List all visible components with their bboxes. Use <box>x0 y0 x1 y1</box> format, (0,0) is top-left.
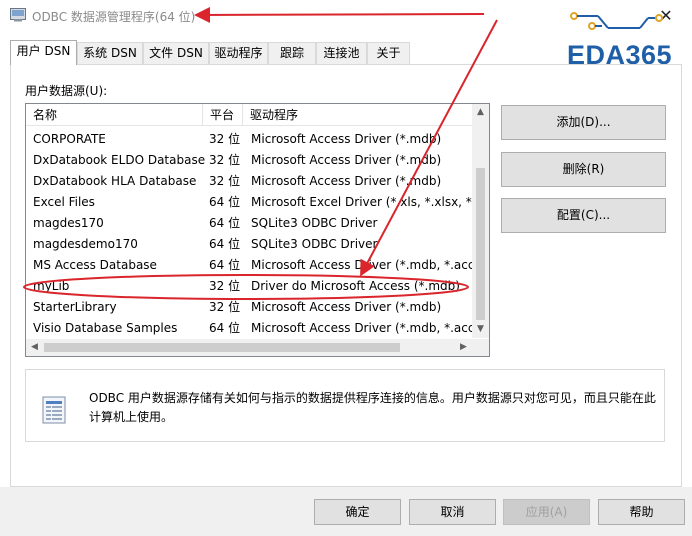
row-name: StarterLibrary <box>33 300 117 314</box>
horizontal-scrollbar[interactable]: ◀ ▶ <box>26 339 472 356</box>
row-name: DxDatabook HLA Database <box>33 174 197 188</box>
row-driver: Microsoft Access Driver (*.mdb) <box>251 300 442 314</box>
scroll-down-icon[interactable]: ▼ <box>472 321 489 338</box>
cancel-button[interactable]: 取消 <box>409 499 496 525</box>
row-driver: Microsoft Excel Driver (*.xls, *.xlsx, *… <box>251 195 473 209</box>
tab-system-dsn[interactable]: 系统 DSN <box>77 42 143 64</box>
scroll-corner <box>472 339 489 356</box>
column-header: 名称 平台 驱动程序 <box>26 104 472 126</box>
tab-about[interactable]: 关于 <box>367 42 410 64</box>
remove-button[interactable]: 删除(R) <box>501 152 666 187</box>
row-platform: 32 位 <box>209 279 241 293</box>
tab-drivers[interactable]: 驱动程序 <box>209 42 268 64</box>
apply-button[interactable]: 应用(A) <box>503 499 590 525</box>
row-platform: 32 位 <box>209 132 241 146</box>
horizontal-scroll-thumb[interactable] <box>44 343 400 352</box>
scroll-up-icon[interactable]: ▲ <box>472 104 489 121</box>
column-platform[interactable]: 平台 <box>203 104 243 126</box>
row-driver: SQLite3 ODBC Driver <box>251 216 378 230</box>
rows: CORPORATE 32 位 Microsoft Access Driver (*.… <box>26 129 473 339</box>
table-row[interactable]: StarterLibrary 32 位 Microsoft Access Drive… <box>26 297 472 318</box>
scroll-left-icon[interactable]: ◀ <box>26 339 43 356</box>
row-name: magdesdemo170 <box>33 237 138 251</box>
info-box: ODBC 用户数据源存储有关如何与指示的数据提供程序连接的信息。用户数据源只对您… <box>25 369 665 442</box>
row-driver: Driver do Microsoft Access (*.mdb) <box>251 279 460 293</box>
row-name: myLib <box>33 279 70 293</box>
info-description: ODBC 用户数据源存储有关如何与指示的数据提供程序连接的信息。用户数据源只对您… <box>89 391 656 424</box>
row-driver: Microsoft Access Driver (*.mdb, *.acco <box>251 321 473 335</box>
row-driver: Microsoft Access Driver (*.mdb) <box>251 174 442 188</box>
table-row[interactable]: magdes170 64 位 SQLite3 ODBC Driver <box>26 213 472 234</box>
row-name: MS Access Database <box>33 258 157 272</box>
row-platform: 64 位 <box>209 258 241 272</box>
data-source-icon <box>42 396 66 424</box>
column-driver[interactable]: 驱动程序 <box>243 104 472 126</box>
table-row[interactable]: Excel Files 64 位 Microsoft Excel Driver (*… <box>26 192 473 213</box>
row-name: CORPORATE <box>33 132 106 146</box>
row-platform: 64 位 <box>209 237 241 251</box>
row-driver: Microsoft Access Driver (*.mdb) <box>251 132 442 146</box>
tab-connection-pooling[interactable]: 连接池 <box>316 42 367 64</box>
eda365-logo: EDA365 <box>562 8 684 72</box>
ok-button[interactable]: 确定 <box>314 499 401 525</box>
row-platform: 64 位 <box>209 321 241 335</box>
row-driver: Microsoft Access Driver (*.mdb) <box>251 153 442 167</box>
user-dsn-list[interactable]: 名称 平台 驱动程序 CORPORATE 32 位 Microsoft Access… <box>25 103 490 357</box>
table-row[interactable]: magdesdemo170 64 位 SQLite3 ODBC Driver <box>26 234 472 255</box>
row-name: magdes170 <box>33 216 104 230</box>
table-row[interactable]: DxDatabook HLA Database 32 位 Microsoft Acc… <box>26 171 472 192</box>
tab-strip: 用户 DSN 系统 DSN 文件 DSN 驱动程序 跟踪 连接池 关于 <box>10 40 420 65</box>
circuit-trace-icon <box>570 12 663 30</box>
tab-file-dsn[interactable]: 文件 DSN <box>143 42 209 64</box>
table-row[interactable]: Visio Database Samples 64 位 Microsoft Acce… <box>26 318 473 339</box>
row-platform: 32 位 <box>209 300 241 314</box>
row-name: Visio Database Samples <box>33 321 178 335</box>
row-platform: 32 位 <box>209 153 241 167</box>
table-row[interactable]: CORPORATE 32 位 Microsoft Access Driver (*.… <box>26 129 472 150</box>
tab-tracing[interactable]: 跟踪 <box>268 42 316 64</box>
scroll-right-icon[interactable]: ▶ <box>455 339 472 356</box>
row-platform: 64 位 <box>209 195 241 209</box>
row-name: Excel Files <box>33 195 95 209</box>
row-platform: 32 位 <box>209 174 241 188</box>
configure-button[interactable]: 配置(C)... <box>501 198 666 233</box>
vertical-scrollbar[interactable]: ▲ ▼ <box>472 104 489 338</box>
row-driver: SQLite3 ODBC Driver <box>251 237 378 251</box>
vertical-scroll-thumb[interactable] <box>476 168 485 320</box>
column-name[interactable]: 名称 <box>26 104 203 126</box>
add-button[interactable]: 添加(D)... <box>501 105 666 140</box>
help-button[interactable]: 帮助 <box>598 499 685 525</box>
tab-user-dsn[interactable]: 用户 DSN <box>10 40 77 65</box>
row-platform: 64 位 <box>209 216 241 230</box>
table-row[interactable]: MS Access Database 64 位 Microsoft Access D… <box>26 255 473 276</box>
table-row-mylib[interactable]: myLib 32 位 Driver do Microsoft Access (*.m… <box>26 276 472 297</box>
odbc-app-icon <box>10 8 26 22</box>
table-row[interactable]: DxDatabook ELDO Database 32 位 Microsoft Ac… <box>26 150 472 171</box>
user-dsn-label: 用户数据源(U): <box>25 84 108 98</box>
window-title: ODBC 数据源管理程序(64 位) <box>32 10 196 24</box>
row-driver: Microsoft Access Driver (*.mdb, *.acco <box>251 258 473 272</box>
row-name: DxDatabook ELDO Database <box>33 153 206 167</box>
